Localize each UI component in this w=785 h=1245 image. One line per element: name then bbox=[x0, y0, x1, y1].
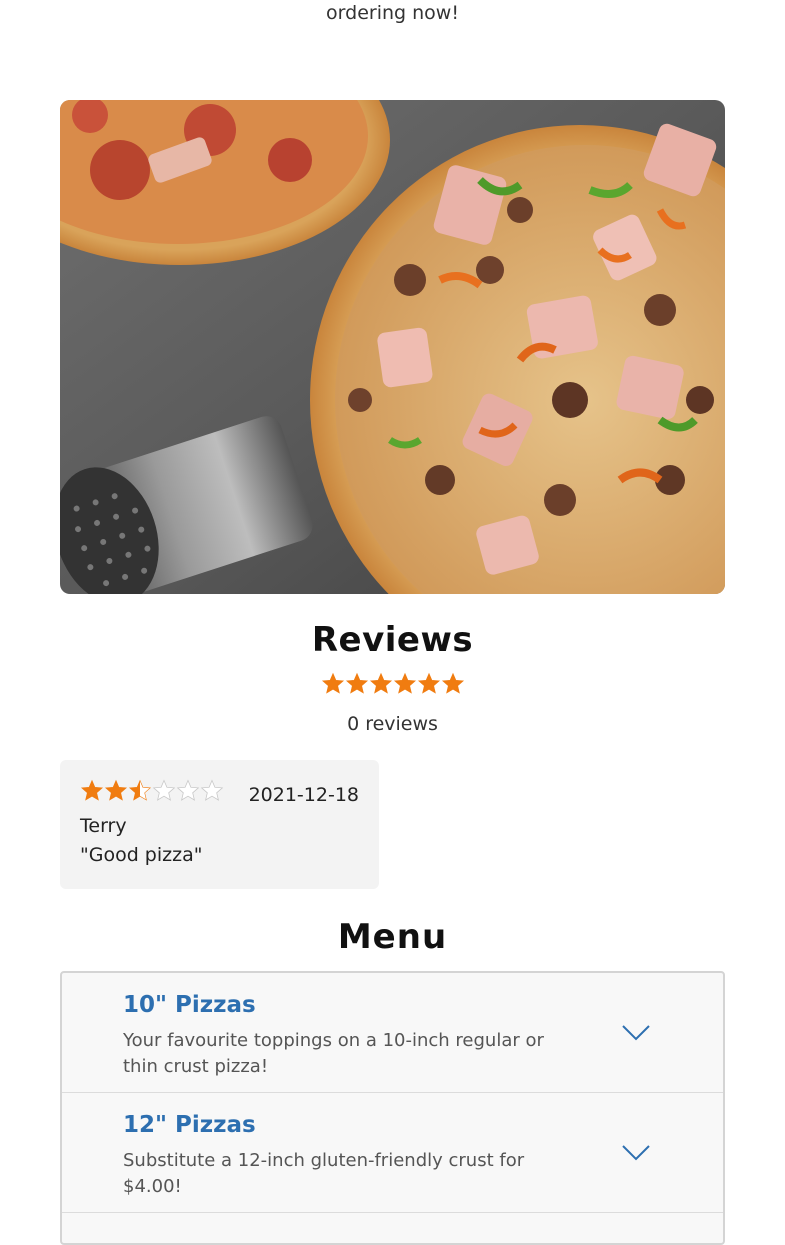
star-icon bbox=[369, 672, 392, 694]
star-icon bbox=[104, 779, 128, 801]
star-icon bbox=[80, 779, 104, 801]
star-icon bbox=[321, 672, 344, 694]
chevron-down-icon[interactable] bbox=[621, 1023, 651, 1043]
summary-rating bbox=[0, 672, 785, 696]
menu-item-10-pizzas[interactable]: 10" Pizzas Your favourite toppings on a … bbox=[62, 973, 723, 1093]
review-text: "Good pizza" bbox=[80, 844, 203, 866]
star-icon bbox=[128, 779, 152, 801]
reviewer-name: Terry bbox=[80, 815, 127, 837]
reviews-heading: Reviews bbox=[311, 620, 474, 660]
review-date: 2021-12-18 bbox=[248, 784, 359, 806]
menu-item-description: Your favourite toppings on a 10-inch reg… bbox=[123, 1030, 544, 1077]
menu-list: 10" Pizzas Your favourite toppings on a … bbox=[60, 971, 725, 1245]
review-count: 0 reviews bbox=[347, 713, 438, 735]
hero-image bbox=[60, 100, 725, 594]
menu-item-description: Substitute a 12-inch gluten-friendly cru… bbox=[123, 1150, 525, 1197]
star-icon bbox=[441, 672, 464, 694]
star-icon bbox=[417, 672, 440, 694]
menu-item-title: 10" Pizzas bbox=[123, 992, 256, 1018]
star-icon bbox=[393, 672, 416, 694]
menu-item-title: 12" Pizzas bbox=[123, 1112, 256, 1138]
menu-heading: Menu bbox=[337, 917, 448, 957]
review-rating bbox=[80, 779, 224, 803]
star-icon bbox=[152, 779, 176, 801]
chevron-down-icon[interactable] bbox=[621, 1143, 651, 1163]
intro-text: ordering now! bbox=[326, 2, 459, 24]
star-icon bbox=[345, 672, 368, 694]
star-icon bbox=[200, 779, 224, 801]
menu-item-12-pizzas[interactable]: 12" Pizzas Substitute a 12-inch gluten-f… bbox=[62, 1093, 723, 1213]
pizza-photo bbox=[60, 100, 725, 594]
star-icon bbox=[176, 779, 200, 801]
review-card: 2021-12-18 Terry "Good pizza" bbox=[60, 760, 379, 889]
